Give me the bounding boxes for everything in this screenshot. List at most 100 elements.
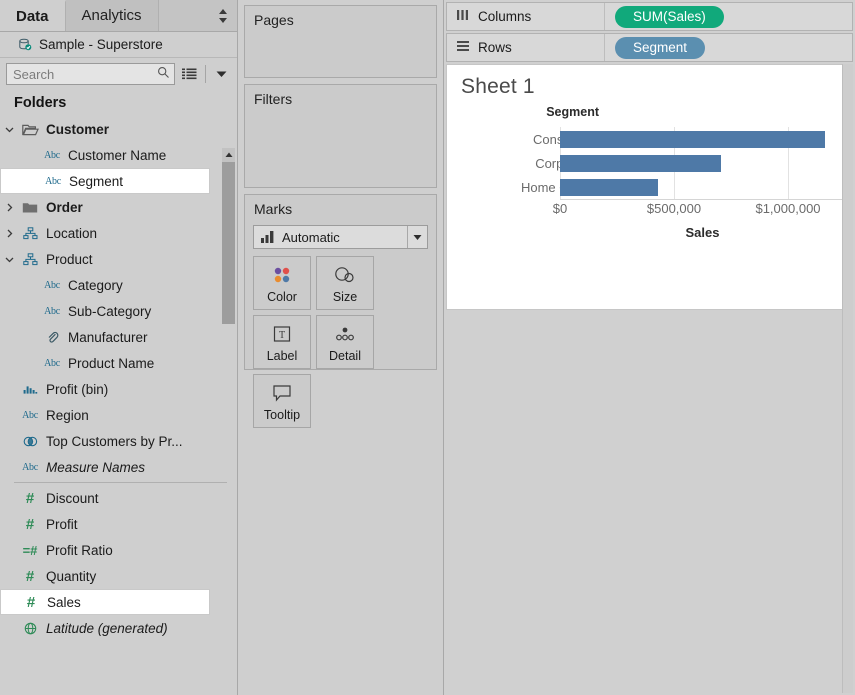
search-input[interactable]: Search bbox=[6, 63, 175, 85]
rows-shelf-label: Rows bbox=[447, 34, 605, 61]
filters-card[interactable]: Filters bbox=[244, 84, 437, 188]
field-item-label: Customer bbox=[46, 121, 110, 137]
marks-size-label: Size bbox=[332, 289, 358, 304]
pill-sum-sales[interactable]: SUM(Sales) bbox=[615, 5, 724, 28]
filters-card-title: Filters bbox=[254, 91, 293, 107]
tab-data[interactable]: Data bbox=[0, 0, 66, 31]
field-item[interactable]: Latitude (generated) bbox=[0, 615, 237, 641]
field-item-label: Customer Name bbox=[68, 147, 167, 163]
svg-text:T: T bbox=[279, 330, 285, 341]
view-scrollbar[interactable] bbox=[842, 64, 853, 693]
abc-icon: Abc bbox=[44, 305, 60, 317]
field-item[interactable]: Location bbox=[0, 220, 237, 246]
scroll-up-icon[interactable] bbox=[222, 148, 235, 162]
field-item[interactable]: # Discount bbox=[0, 485, 237, 511]
tree-expand-right-icon[interactable] bbox=[0, 229, 18, 238]
field-item[interactable]: Top Customers by Pr... bbox=[0, 428, 237, 454]
marks-detail-label: Detail bbox=[329, 348, 361, 363]
bar-row bbox=[560, 127, 845, 151]
mark-type-caret-icon[interactable] bbox=[407, 226, 427, 248]
tree-expand-down-icon[interactable] bbox=[0, 256, 18, 263]
x-tick-label: $500,000 bbox=[646, 201, 702, 216]
field-item[interactable]: =# Profit Ratio bbox=[0, 537, 237, 563]
marks-size-button[interactable]: Size bbox=[316, 256, 374, 310]
rows-shelf[interactable]: Rows Segment bbox=[446, 33, 853, 62]
hash-icon: # bbox=[26, 593, 36, 611]
data-pane: Data Analytics Sample - Superstore Searc… bbox=[0, 0, 238, 695]
spinner-down-icon bbox=[219, 18, 227, 23]
field-item[interactable]: Abc Region bbox=[0, 402, 237, 428]
folder-icon bbox=[18, 201, 42, 214]
marks-color-label: Color bbox=[267, 289, 297, 304]
field-item[interactable]: Profit (bin) bbox=[0, 376, 237, 402]
abc-icon: Abc bbox=[44, 149, 60, 161]
marks-color-button[interactable]: Color bbox=[253, 256, 311, 310]
field-item-label: Quantity bbox=[46, 568, 97, 584]
field-item[interactable]: # Quantity bbox=[0, 563, 237, 589]
folders-header-label: Folders bbox=[14, 95, 67, 111]
folders-header: Folders bbox=[0, 90, 237, 116]
pane-resize-spinner-icon[interactable] bbox=[217, 9, 229, 23]
field-item-label: Sales bbox=[47, 594, 81, 610]
x-tick-label: $1,000,000 bbox=[755, 201, 821, 216]
field-item-label: Segment bbox=[69, 173, 124, 189]
hash-icon: # bbox=[25, 515, 35, 533]
field-item[interactable]: Abc Sub-Category bbox=[0, 298, 237, 324]
field-item[interactable]: Abc Customer Name bbox=[0, 142, 237, 168]
field-item-label: Top Customers by Pr... bbox=[46, 433, 183, 449]
data-pane-menu-caret-icon[interactable] bbox=[211, 63, 231, 85]
field-item-label: Sub-Category bbox=[68, 303, 152, 319]
field-item[interactable]: Product bbox=[0, 246, 237, 272]
datasource-row[interactable]: Sample - Superstore bbox=[0, 32, 237, 58]
field-item[interactable]: Abc Segment bbox=[0, 168, 210, 194]
hash-icon: # bbox=[25, 489, 35, 507]
field-item-label: Product bbox=[46, 251, 93, 267]
marks-detail-button[interactable]: Detail bbox=[316, 315, 374, 369]
tab-analytics-label: Analytics bbox=[81, 7, 142, 24]
tableau-window: Data Analytics Sample - Superstore Searc… bbox=[0, 0, 855, 695]
view-as-grid-icon[interactable] bbox=[180, 63, 200, 85]
field-item[interactable]: Order bbox=[0, 194, 237, 220]
tree-expand-right-icon[interactable] bbox=[0, 203, 18, 212]
worksheet-sheet: Sheet 1 Segment ConsumerCorporateHome Of… bbox=[446, 64, 852, 310]
mark-type-value: Automatic bbox=[282, 229, 340, 245]
scrollbar-thumb[interactable] bbox=[222, 162, 235, 324]
field-item[interactable]: # Profit bbox=[0, 511, 237, 537]
rows-label-text: Rows bbox=[478, 40, 512, 55]
pill-segment-label: Segment bbox=[633, 40, 688, 55]
field-item-label: Profit bbox=[46, 516, 78, 532]
row-field-header: Segment bbox=[546, 105, 599, 119]
columns-shelf[interactable]: Columns SUM(Sales) bbox=[446, 2, 853, 31]
bar-chart: Segment ConsumerCorporateHome Office $0$… bbox=[447, 105, 851, 275]
field-item[interactable]: Abc Measure Names bbox=[0, 454, 237, 480]
field-item[interactable]: Abc Product Name bbox=[0, 350, 237, 376]
field-item-label: Profit Ratio bbox=[46, 542, 113, 558]
field-item[interactable]: Customer bbox=[0, 116, 237, 142]
tree-expand-down-icon[interactable] bbox=[0, 126, 18, 133]
tab-analytics[interactable]: Analytics bbox=[65, 0, 159, 31]
pill-sum-sales-label: SUM(Sales) bbox=[633, 9, 706, 24]
rows-icon bbox=[456, 40, 470, 55]
abc-icon: Abc bbox=[44, 357, 60, 369]
hierarchy-icon bbox=[18, 226, 42, 240]
field-item[interactable]: Manufacturer bbox=[0, 324, 237, 350]
view-canvas: Sheet 1 Segment ConsumerCorporateHome Of… bbox=[446, 64, 853, 693]
data-pane-scrollbar[interactable] bbox=[222, 148, 235, 324]
bar-mark[interactable] bbox=[560, 154, 721, 172]
bar-mark[interactable] bbox=[560, 178, 658, 196]
plot-area bbox=[560, 127, 845, 200]
field-item-label: Discount bbox=[46, 490, 99, 506]
mark-type-dropdown[interactable]: Automatic bbox=[253, 225, 428, 249]
bar-mark[interactable] bbox=[560, 130, 825, 148]
field-item[interactable]: # Sales bbox=[0, 589, 210, 615]
field-item[interactable]: Abc Category bbox=[0, 272, 237, 298]
folder-open-icon bbox=[18, 123, 42, 136]
marks-label-button[interactable]: T Label bbox=[253, 315, 311, 369]
pages-card[interactable]: Pages bbox=[244, 5, 437, 78]
marks-tooltip-button[interactable]: Tooltip bbox=[253, 374, 311, 428]
size-circles-icon bbox=[333, 263, 357, 287]
cards-pane: Pages Filters Marks Automatic Color Size… bbox=[238, 0, 444, 695]
columns-shelf-label: Columns bbox=[447, 3, 605, 30]
pill-segment[interactable]: Segment bbox=[615, 36, 706, 59]
detail-dots-icon bbox=[333, 322, 357, 346]
